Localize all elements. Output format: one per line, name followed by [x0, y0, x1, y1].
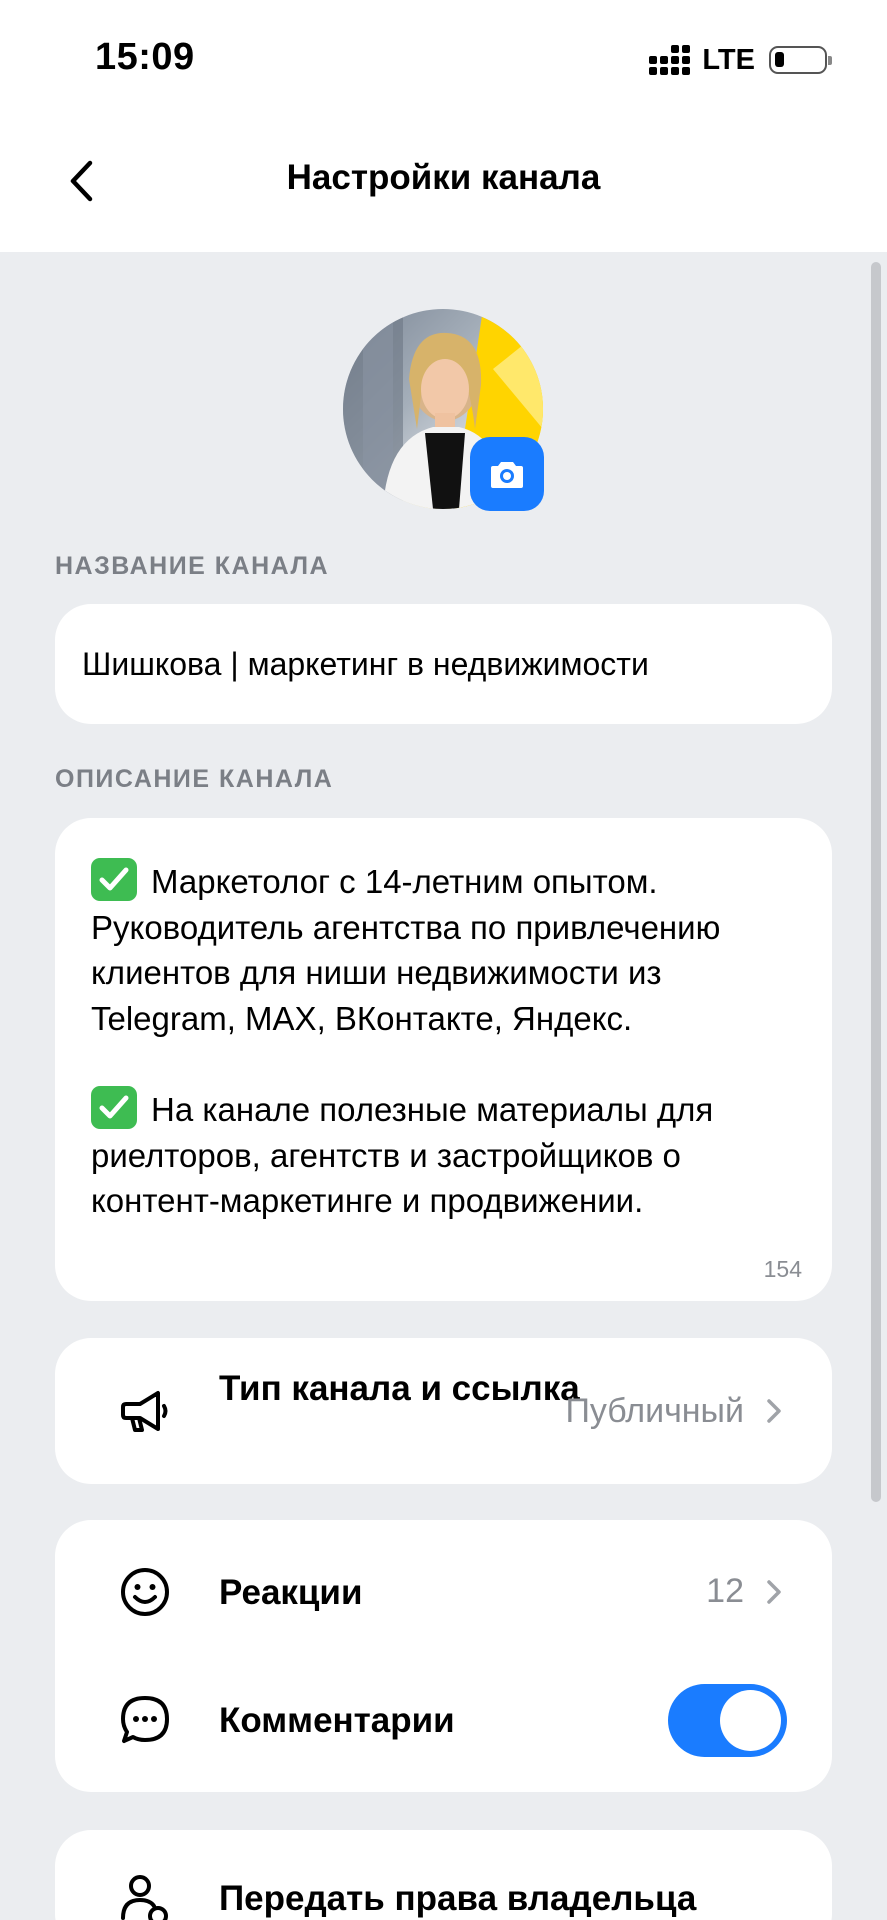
- battery-icon: [769, 46, 832, 74]
- channel-type-value: Публичный: [565, 1392, 744, 1430]
- comments-row: Комментарии: [55, 1648, 832, 1792]
- description-char-counter: 154: [763, 1256, 802, 1282]
- status-indicators: LTE: [649, 43, 832, 76]
- user-transfer-icon: [121, 1875, 168, 1920]
- channel-name-value: Шишкова | маркетинг в недвижимости: [82, 645, 649, 682]
- channel-type-row[interactable]: Тип канала и ссылка Публичный: [55, 1338, 832, 1484]
- status-bar: 15:09 LTE: [0, 0, 887, 110]
- channel-type-label: Тип канала и ссылка: [219, 1369, 580, 1408]
- nav-bar: Настройки канала: [0, 140, 887, 220]
- description-paragraph-2: На канале полезные материалы для риелтор…: [91, 1086, 796, 1224]
- engagement-settings-card: Реакции 12 Комментарии: [55, 1520, 832, 1792]
- description-paragraph-1: Маркетолог с 14-летним опытом. Руководит…: [91, 858, 796, 1041]
- camera-icon: [491, 462, 523, 488]
- reactions-count: 12: [706, 1572, 744, 1610]
- status-time: 15:09: [95, 36, 195, 78]
- reactions-row[interactable]: Реакции 12: [55, 1520, 832, 1664]
- change-photo-button[interactable]: [470, 437, 544, 511]
- network-label: LTE: [702, 43, 755, 76]
- channel-description-field[interactable]: Маркетолог с 14-летним опытом. Руководит…: [55, 818, 832, 1301]
- page-title: Настройки канала: [286, 158, 601, 197]
- chevron-right-icon: [767, 1580, 781, 1604]
- signal-icon: [649, 45, 691, 75]
- check-mark-icon: [91, 858, 137, 901]
- chevron-right-icon: [767, 1399, 781, 1423]
- comments-label: Комментарии: [219, 1701, 455, 1740]
- smile-icon: [121, 1568, 169, 1616]
- channel-description-label: ОПИСАНИЕ КАНАЛА: [55, 765, 334, 793]
- comments-toggle[interactable]: [668, 1684, 787, 1757]
- chat-bubble-icon: [121, 1696, 169, 1743]
- check-mark-icon: [91, 1086, 137, 1129]
- toggle-knob: [720, 1690, 781, 1751]
- megaphone-icon: [121, 1391, 168, 1432]
- reactions-label: Реакции: [219, 1573, 363, 1612]
- channel-name-label: НАЗВАНИЕ КАНАЛА: [55, 552, 330, 580]
- scrollbar[interactable]: [871, 262, 881, 1502]
- transfer-ownership-label: Передать права владельца: [219, 1879, 697, 1918]
- transfer-ownership-row[interactable]: Передать права владельца: [55, 1830, 832, 1920]
- channel-name-field[interactable]: Шишкова | маркетинг в недвижимости: [55, 604, 832, 724]
- channel-avatar-container: [343, 309, 544, 511]
